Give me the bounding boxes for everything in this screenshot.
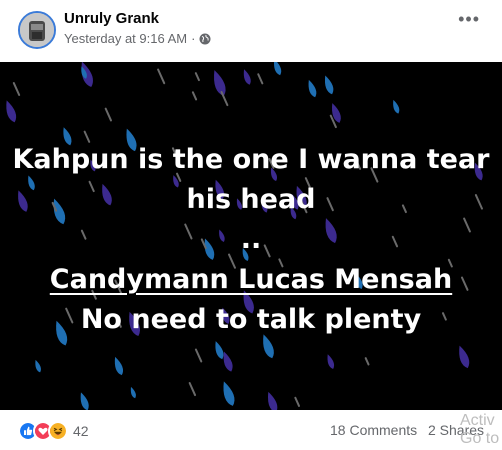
reactions-summary[interactable]: 42 — [18, 421, 89, 441]
rain-streak — [194, 348, 203, 363]
meta-separator: · — [191, 31, 196, 46]
raindrop — [215, 341, 224, 360]
avatar[interactable] — [18, 11, 56, 49]
rain-streak — [364, 357, 370, 366]
post-meta: Yesterday at 9:16 AM · — [64, 31, 211, 46]
reaction-count: 42 — [73, 423, 89, 439]
watermark-line-2: Go to — [460, 430, 500, 447]
rain-streak — [188, 382, 197, 397]
rain-streak — [12, 82, 21, 97]
raindrop — [393, 99, 400, 114]
rain-streak — [257, 73, 264, 85]
rain-streak — [194, 72, 200, 82]
rain-streak — [104, 107, 112, 122]
rain-streak — [157, 68, 166, 85]
raindrop — [214, 70, 226, 97]
raindrop — [243, 69, 251, 85]
post-text-line-2: his head — [186, 184, 316, 215]
post-header: Unruly Grank Yesterday at 9:16 AM · ••• — [0, 0, 502, 60]
raindrop — [268, 391, 278, 410]
raindrop — [80, 392, 89, 410]
avatar-image — [20, 13, 54, 47]
post-text-line-5: No need to talk plenty — [80, 304, 422, 335]
raindrop — [332, 103, 341, 123]
watermark-line-1: Activ — [460, 412, 495, 429]
windows-activation-watermark: Activ Go to — [460, 412, 499, 448]
post-footer: 42 18 Comments 2 Shares Activ Go to — [0, 410, 502, 450]
timestamp[interactable]: Yesterday at 9:16 AM — [64, 31, 187, 46]
raindrop — [6, 100, 17, 123]
mentioned-name: Candymann Lucas Mensah — [49, 264, 453, 295]
more-options-icon[interactable]: ••• — [458, 10, 480, 28]
raindrop — [324, 75, 334, 95]
post-image[interactable]: Kahpun is the one I wanna tear his head … — [0, 62, 502, 410]
author-name[interactable]: Unruly Grank — [64, 10, 159, 27]
post-text: Kahpun is the one I wanna tear his head … — [0, 140, 502, 340]
raindrop — [35, 359, 41, 373]
raindrop — [308, 79, 317, 98]
raindrop — [459, 345, 470, 369]
rain-streak — [294, 396, 301, 407]
raindrop — [223, 381, 235, 406]
post-text-line-4: Candymann Lucas Mensah — [0, 260, 502, 300]
raindrop — [130, 386, 136, 399]
raindrop — [274, 62, 282, 76]
post-text-line-1: Kahpun is the one I wanna tear — [12, 144, 490, 175]
rain-streak — [191, 91, 198, 101]
raindrop — [114, 356, 124, 376]
raindrop — [327, 354, 335, 370]
comments-count[interactable]: 18 Comments — [330, 422, 417, 438]
post-text-line-3: .. — [240, 224, 262, 255]
haha-icon — [48, 421, 68, 441]
globe-icon[interactable] — [199, 33, 211, 45]
